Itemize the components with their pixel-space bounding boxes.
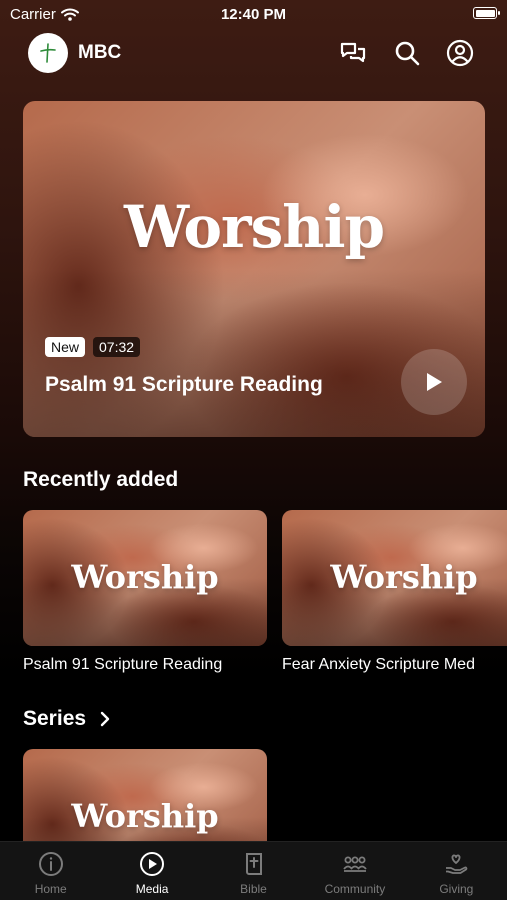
thumbnail-artwork-title: Worship [71, 797, 219, 835]
tab-label: Media [135, 882, 169, 896]
tab-label: Giving [439, 882, 474, 896]
status-time: 12:40 PM [220, 6, 287, 23]
chat-icon[interactable] [338, 38, 368, 68]
media-thumbnail: Worship [282, 510, 507, 646]
media-card[interactable]: Worship Fear Anxiety Scripture Med [282, 510, 507, 674]
status-bar: Carrier 12:40 PM [0, 0, 507, 28]
search-icon[interactable] [392, 38, 422, 68]
hero-artwork-title: Worship [123, 193, 385, 261]
media-title: Fear Anxiety Scripture Med [282, 656, 475, 673]
tab-label: Home [34, 882, 67, 896]
tab-community[interactable]: Community [304, 842, 405, 900]
bible-icon [245, 853, 262, 875]
thumbnail-artwork-title: Worship [71, 558, 219, 596]
hero-title: Psalm 91 Scripture Reading [45, 373, 323, 396]
tab-label: Bible [240, 882, 267, 896]
chevron-right-icon [100, 711, 110, 727]
play-icon [427, 373, 442, 391]
app-name: MBC [78, 42, 122, 63]
new-badge: New [45, 337, 86, 357]
community-icon [343, 856, 367, 872]
media-thumbnail: Worship [23, 510, 267, 646]
recently-added-title: Recently added [23, 468, 179, 491]
app-logo[interactable] [28, 33, 68, 73]
tab-giving[interactable]: Giving [406, 842, 507, 900]
series-heading[interactable]: Series [23, 707, 110, 731]
bottom-tab-bar: Home Media Bible Community Giving [0, 841, 507, 900]
hero-badges: New 07:32 [45, 337, 141, 357]
tab-media[interactable]: Media [101, 842, 202, 900]
logo-cross-icon [40, 43, 56, 63]
thumbnail-artwork-title: Worship [330, 558, 478, 596]
duration-badge: 07:32 [93, 337, 141, 357]
giving-icon [446, 854, 468, 874]
series-title: Series [23, 707, 87, 730]
tab-label: Community [324, 882, 386, 896]
media-title: Psalm 91 Scripture Reading [23, 656, 223, 673]
profile-icon[interactable] [445, 38, 475, 68]
play-button[interactable] [401, 349, 467, 415]
battery-icon [473, 7, 500, 19]
tab-bible[interactable]: Bible [203, 842, 304, 900]
play-circle-icon [140, 852, 165, 876]
info-icon [38, 852, 63, 876]
tab-home[interactable]: Home [0, 842, 101, 900]
recently-added-heading: Recently added [23, 468, 178, 492]
featured-media-card[interactable]: Worship New 07:32 Psalm 91 Scripture Rea… [23, 101, 485, 437]
app-header: MBC [0, 32, 507, 74]
media-card[interactable]: Worship Psalm 91 Scripture Reading [23, 510, 267, 674]
